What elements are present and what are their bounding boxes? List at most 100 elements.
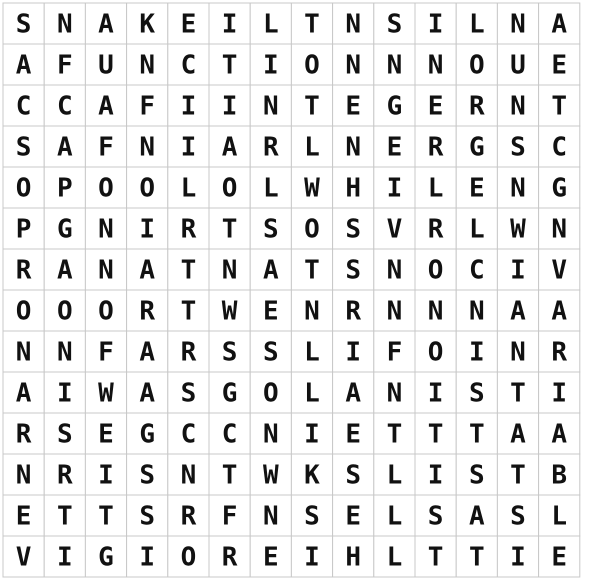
grid-cell[interactable]: S: [332, 207, 375, 250]
grid-cell[interactable]: N: [414, 289, 457, 332]
grid-cell[interactable]: S: [126, 494, 169, 537]
grid-cell[interactable]: R: [208, 535, 251, 578]
grid-cell[interactable]: N: [496, 166, 540, 209]
grid-cell[interactable]: W: [84, 371, 128, 414]
grid-cell[interactable]: A: [496, 412, 540, 455]
grid-cell[interactable]: T: [208, 453, 251, 496]
grid-cell[interactable]: I: [414, 371, 457, 414]
grid-cell[interactable]: L: [290, 125, 334, 168]
grid-cell[interactable]: R: [538, 330, 581, 373]
grid-cell[interactable]: A: [43, 125, 86, 168]
grid-cell[interactable]: U: [496, 43, 540, 86]
grid-cell[interactable]: O: [208, 166, 251, 209]
grid-cell[interactable]: W: [249, 453, 292, 496]
grid-cell[interactable]: N: [43, 330, 86, 373]
grid-cell[interactable]: I: [167, 125, 210, 168]
grid-cell[interactable]: E: [332, 412, 375, 455]
grid-cell[interactable]: C: [2, 84, 45, 127]
grid-cell[interactable]: H: [332, 166, 375, 209]
grid-cell[interactable]: N: [332, 2, 375, 45]
grid-cell[interactable]: T: [496, 371, 540, 414]
grid-cell[interactable]: L: [455, 207, 498, 250]
grid-cell[interactable]: T: [43, 494, 86, 537]
grid-cell[interactable]: K: [126, 2, 169, 45]
grid-cell[interactable]: S: [208, 330, 251, 373]
grid-cell[interactable]: N: [373, 248, 416, 291]
grid-cell[interactable]: S: [2, 2, 45, 45]
grid-cell[interactable]: S: [332, 248, 375, 291]
grid-cell[interactable]: L: [249, 2, 292, 45]
grid-cell[interactable]: R: [455, 84, 498, 127]
grid-cell[interactable]: N: [496, 330, 540, 373]
grid-cell[interactable]: A: [538, 2, 581, 45]
grid-cell[interactable]: F: [208, 494, 251, 537]
grid-cell[interactable]: L: [414, 166, 457, 209]
grid-cell[interactable]: R: [167, 494, 210, 537]
grid-cell[interactable]: N: [249, 494, 292, 537]
grid-cell[interactable]: I: [290, 535, 334, 578]
grid-cell[interactable]: F: [84, 125, 128, 168]
grid-cell[interactable]: S: [2, 125, 45, 168]
grid-cell[interactable]: N: [2, 330, 45, 373]
grid-cell[interactable]: E: [414, 84, 457, 127]
grid-cell[interactable]: S: [496, 125, 540, 168]
grid-cell[interactable]: S: [455, 371, 498, 414]
grid-cell[interactable]: A: [249, 248, 292, 291]
grid-cell[interactable]: S: [249, 207, 292, 250]
grid-cell[interactable]: R: [126, 289, 169, 332]
grid-cell[interactable]: L: [538, 494, 581, 537]
grid-cell[interactable]: O: [167, 535, 210, 578]
grid-cell[interactable]: L: [373, 535, 416, 578]
grid-cell[interactable]: G: [538, 166, 581, 209]
grid-cell[interactable]: B: [538, 453, 581, 496]
grid-cell[interactable]: O: [84, 166, 128, 209]
grid-cell[interactable]: N: [2, 453, 45, 496]
grid-cell[interactable]: L: [290, 371, 334, 414]
grid-cell[interactable]: T: [455, 412, 498, 455]
grid-cell[interactable]: S: [290, 494, 334, 537]
grid-cell[interactable]: N: [332, 125, 375, 168]
grid-cell[interactable]: A: [126, 330, 169, 373]
grid-cell[interactable]: C: [167, 412, 210, 455]
grid-cell[interactable]: I: [538, 371, 581, 414]
grid-cell[interactable]: R: [167, 207, 210, 250]
grid-cell[interactable]: N: [290, 289, 334, 332]
grid-cell[interactable]: N: [249, 412, 292, 455]
grid-cell[interactable]: N: [126, 125, 169, 168]
grid-cell[interactable]: O: [2, 166, 45, 209]
grid-cell[interactable]: N: [84, 248, 128, 291]
grid-cell[interactable]: I: [208, 84, 251, 127]
grid-cell[interactable]: S: [373, 2, 416, 45]
grid-cell[interactable]: N: [455, 289, 498, 332]
grid-cell[interactable]: E: [538, 535, 581, 578]
grid-cell[interactable]: R: [414, 125, 457, 168]
grid-cell[interactable]: I: [414, 2, 457, 45]
grid-cell[interactable]: S: [455, 453, 498, 496]
grid-cell[interactable]: G: [455, 125, 498, 168]
grid-cell[interactable]: V: [373, 207, 416, 250]
grid-cell[interactable]: P: [2, 207, 45, 250]
grid-cell[interactable]: A: [538, 412, 581, 455]
grid-cell[interactable]: A: [208, 125, 251, 168]
grid-cell[interactable]: S: [332, 453, 375, 496]
grid-cell[interactable]: A: [538, 289, 581, 332]
grid-cell[interactable]: N: [373, 43, 416, 86]
grid-cell[interactable]: I: [167, 84, 210, 127]
grid-cell[interactable]: S: [167, 371, 210, 414]
grid-cell[interactable]: T: [84, 494, 128, 537]
grid-cell[interactable]: E: [167, 2, 210, 45]
grid-cell[interactable]: S: [43, 412, 86, 455]
grid-cell[interactable]: I: [208, 2, 251, 45]
grid-cell[interactable]: A: [2, 371, 45, 414]
grid-cell[interactable]: A: [84, 84, 128, 127]
grid-cell[interactable]: N: [167, 453, 210, 496]
grid-cell[interactable]: T: [414, 535, 457, 578]
grid-cell[interactable]: I: [249, 43, 292, 86]
grid-cell[interactable]: R: [332, 289, 375, 332]
grid-cell[interactable]: N: [208, 248, 251, 291]
grid-cell[interactable]: S: [126, 453, 169, 496]
grid-cell[interactable]: N: [126, 43, 169, 86]
grid-cell[interactable]: N: [249, 84, 292, 127]
grid-cell[interactable]: C: [208, 412, 251, 455]
grid-cell[interactable]: L: [373, 453, 416, 496]
